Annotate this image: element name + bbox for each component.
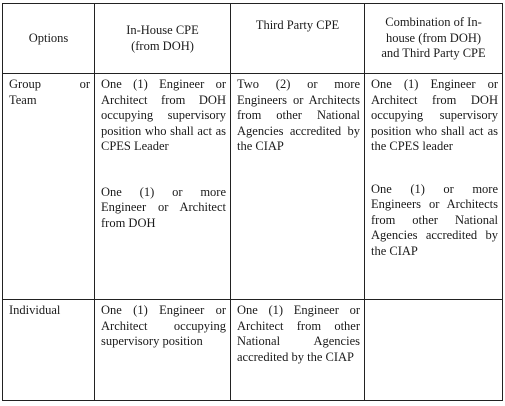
cell-thirdparty-individual: One (1) Engineer or Architect from other… — [230, 299, 365, 401]
cell-paragraph: One (1) Engineer or Architect from DOH o… — [101, 77, 226, 153]
document-page: Options In-House CPE (from DOH) Third Pa… — [0, 0, 505, 406]
cell-inhouse-individual: One (1) Engineer or Architect occupying … — [94, 299, 231, 401]
cell-paragraph: One (1) Engineer or Architect from DOH o… — [371, 77, 498, 153]
cell-paragraph: One (1) or more Engineer or Architect fr… — [101, 184, 226, 230]
cell-paragraph: One (1) or more Engineers or Architects … — [371, 181, 498, 258]
header-inhouse-cpe: In-House CPE (from DOH) — [94, 3, 231, 74]
cell-combination-group: One (1) Engineer or Architect from DOH o… — [364, 73, 503, 300]
cell-inhouse-group: One (1) Engineer or Architect from DOH o… — [94, 73, 231, 300]
option-line: Group or — [9, 77, 90, 93]
cell-option-individual: Individual — [2, 299, 95, 401]
header-options: Options — [2, 3, 95, 74]
header-combo-line3: and Third Party CPE — [381, 46, 486, 61]
table-row: Group or Team One (1) Engineer or Archit… — [2, 73, 503, 300]
cpe-options-table: Options In-House CPE (from DOH) Third Pa… — [2, 3, 503, 401]
option-word: Team — [9, 92, 37, 107]
header-inhouse-line1: In-House CPE — [126, 23, 199, 37]
cell-paragraph: Two (2) or more Engineers or Architects … — [237, 77, 360, 153]
cell-paragraph: One (1) Engineer or Architect occupying … — [101, 303, 226, 348]
header-third-party-label: Third Party CPE — [255, 18, 340, 32]
header-combination-cpe: Combination of In- house (from DOH) and … — [364, 3, 503, 74]
table-row: Individual One (1) Engineer or Architect… — [2, 299, 503, 401]
cell-combination-individual — [364, 299, 503, 401]
option-word: Group — [9, 77, 41, 91]
header-combo-line2: house (from DOH) — [385, 30, 482, 45]
header-inhouse-line2: (from DOH) — [131, 38, 194, 53]
header-options-label: Options — [28, 30, 69, 45]
cell-thirdparty-group: Two (2) or more Engineers or Architects … — [230, 73, 365, 300]
option-label: Individual — [9, 303, 61, 317]
header-third-party-cpe: Third Party CPE — [230, 3, 365, 74]
table-header-row: Options In-House CPE (from DOH) Third Pa… — [2, 3, 503, 74]
cell-option-group-team: Group or Team — [2, 73, 95, 300]
cell-paragraph: One (1) Engineer or Architect from other… — [237, 303, 360, 364]
option-word: or — [79, 77, 90, 91]
header-combo-line1: Combination of In- — [385, 15, 482, 30]
